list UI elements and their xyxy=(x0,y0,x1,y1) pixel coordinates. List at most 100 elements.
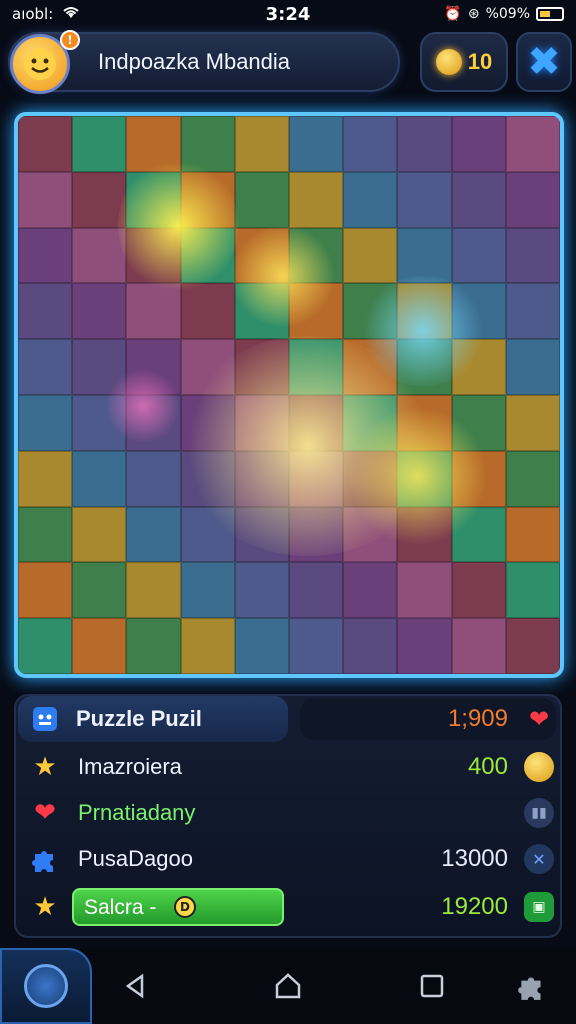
puzzle-piece[interactable] xyxy=(451,171,506,228)
puzzle-piece[interactable] xyxy=(180,227,235,284)
puzzle-piece[interactable] xyxy=(505,171,560,228)
puzzle-piece[interactable] xyxy=(234,227,289,284)
puzzle-piece[interactable] xyxy=(451,116,506,172)
action-button[interactable]: Salcra - D xyxy=(72,888,284,926)
puzzle-piece[interactable] xyxy=(451,506,506,563)
puzzle-piece[interactable] xyxy=(343,618,398,674)
puzzle-piece[interactable] xyxy=(234,562,289,619)
puzzle-piece[interactable] xyxy=(72,618,127,674)
puzzle-piece[interactable] xyxy=(451,227,506,284)
puzzle-piece[interactable] xyxy=(505,339,560,395)
puzzle-piece[interactable] xyxy=(505,450,560,507)
puzzle-piece[interactable] xyxy=(18,394,73,451)
puzzle-piece[interactable] xyxy=(234,171,289,228)
puzzle-piece[interactable] xyxy=(289,506,344,563)
puzzle-piece[interactable] xyxy=(397,394,452,451)
puzzle-piece[interactable] xyxy=(343,116,398,172)
puzzle-piece[interactable] xyxy=(343,394,398,451)
puzzle-piece[interactable] xyxy=(126,618,181,674)
puzzle-piece[interactable] xyxy=(289,171,344,228)
puzzle-piece[interactable] xyxy=(505,618,560,674)
puzzle-piece[interactable] xyxy=(180,339,235,395)
puzzle-piece[interactable] xyxy=(18,283,73,340)
puzzle-piece[interactable] xyxy=(234,506,289,563)
puzzle-shortcut-button[interactable] xyxy=(512,966,552,1006)
puzzle-piece[interactable] xyxy=(451,618,506,674)
puzzle-piece[interactable] xyxy=(18,562,73,619)
puzzle-piece[interactable] xyxy=(397,283,452,340)
pause-icon[interactable]: ▮▮ xyxy=(524,798,554,828)
puzzle-piece[interactable] xyxy=(72,506,127,563)
puzzle-piece[interactable] xyxy=(451,283,506,340)
puzzle-piece[interactable] xyxy=(126,450,181,507)
puzzle-piece[interactable] xyxy=(126,394,181,451)
window-icon[interactable]: ▣ xyxy=(524,892,554,922)
puzzle-piece[interactable] xyxy=(343,171,398,228)
puzzle-piece[interactable] xyxy=(397,618,452,674)
puzzle-piece[interactable] xyxy=(126,227,181,284)
puzzle-piece[interactable] xyxy=(72,339,127,395)
puzzle-piece[interactable] xyxy=(505,227,560,284)
puzzle-piece[interactable] xyxy=(72,283,127,340)
puzzle-piece[interactable] xyxy=(126,562,181,619)
puzzle-piece[interactable] xyxy=(234,618,289,674)
puzzle-piece[interactable] xyxy=(126,171,181,228)
close-icon[interactable]: ✕ xyxy=(524,844,554,874)
puzzle-piece[interactable] xyxy=(343,283,398,340)
puzzle-piece[interactable] xyxy=(505,562,560,619)
puzzle-piece[interactable] xyxy=(505,394,560,451)
puzzle-piece[interactable] xyxy=(289,339,344,395)
puzzle-piece[interactable] xyxy=(289,116,344,172)
puzzle-piece[interactable] xyxy=(289,562,344,619)
puzzle-piece[interactable] xyxy=(343,227,398,284)
puzzle-piece[interactable] xyxy=(18,618,73,674)
puzzle-piece[interactable] xyxy=(451,339,506,395)
puzzle-piece[interactable] xyxy=(72,394,127,451)
puzzle-piece[interactable] xyxy=(451,394,506,451)
puzzle-piece[interactable] xyxy=(289,618,344,674)
puzzle-piece[interactable] xyxy=(72,450,127,507)
home-orb-button[interactable] xyxy=(0,948,92,1024)
puzzle-piece[interactable] xyxy=(180,506,235,563)
puzzle-piece[interactable] xyxy=(343,450,398,507)
puzzle-piece[interactable] xyxy=(289,283,344,340)
puzzle-piece[interactable] xyxy=(72,227,127,284)
puzzle-piece[interactable] xyxy=(126,283,181,340)
puzzle-piece[interactable] xyxy=(397,450,452,507)
puzzle-piece[interactable] xyxy=(289,227,344,284)
puzzle-piece[interactable] xyxy=(180,394,235,451)
puzzle-piece[interactable] xyxy=(451,450,506,507)
puzzle-piece[interactable] xyxy=(505,506,560,563)
puzzle-piece[interactable] xyxy=(397,506,452,563)
puzzle-piece[interactable] xyxy=(343,339,398,395)
puzzle-piece[interactable] xyxy=(343,506,398,563)
puzzle-piece[interactable] xyxy=(234,283,289,340)
puzzle-piece[interactable] xyxy=(397,562,452,619)
puzzle-piece[interactable] xyxy=(180,618,235,674)
puzzle-piece[interactable] xyxy=(180,171,235,228)
puzzle-piece[interactable] xyxy=(289,450,344,507)
puzzle-piece[interactable] xyxy=(72,171,127,228)
back-button[interactable] xyxy=(116,966,156,1006)
puzzle-piece[interactable] xyxy=(126,339,181,395)
puzzle-piece[interactable] xyxy=(72,116,127,172)
close-button[interactable]: ✖ xyxy=(516,32,572,92)
puzzle-piece[interactable] xyxy=(234,394,289,451)
puzzle-piece[interactable] xyxy=(343,562,398,619)
puzzle-piece[interactable] xyxy=(126,116,181,172)
puzzle-piece[interactable] xyxy=(180,283,235,340)
coin-counter[interactable]: 10 xyxy=(420,32,508,92)
puzzle-piece[interactable] xyxy=(180,116,235,172)
puzzle-piece[interactable] xyxy=(18,450,73,507)
puzzle-piece[interactable] xyxy=(234,450,289,507)
puzzle-piece[interactable] xyxy=(397,339,452,395)
puzzle-piece[interactable] xyxy=(505,116,560,172)
puzzle-piece[interactable] xyxy=(234,116,289,172)
puzzle-piece[interactable] xyxy=(126,506,181,563)
puzzle-piece[interactable] xyxy=(397,171,452,228)
puzzle-piece[interactable] xyxy=(505,283,560,340)
puzzle-board[interactable] xyxy=(14,112,564,678)
puzzle-piece[interactable] xyxy=(18,339,73,395)
puzzle-piece[interactable] xyxy=(451,562,506,619)
puzzle-piece[interactable] xyxy=(397,116,452,172)
